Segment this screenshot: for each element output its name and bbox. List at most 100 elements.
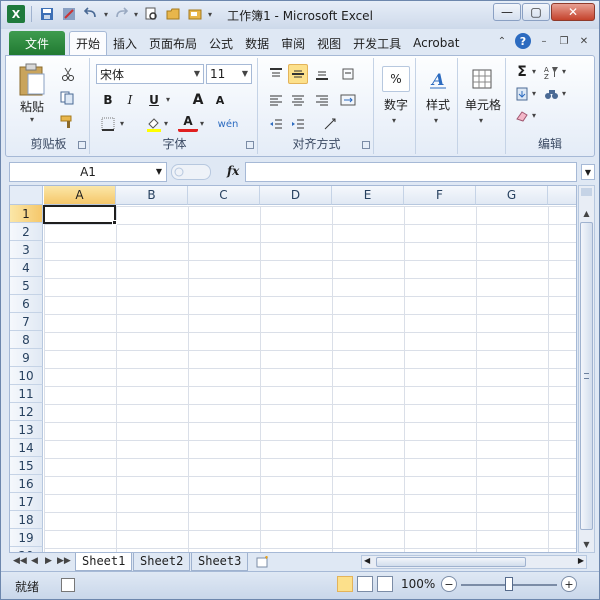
alignment-launcher-icon[interactable]	[362, 141, 370, 149]
formula-input[interactable]	[245, 162, 577, 182]
row-header[interactable]: 17	[10, 493, 43, 511]
clear-dropdown-icon[interactable]: ▾	[532, 111, 536, 120]
insert-sheet-icon[interactable]	[253, 554, 273, 570]
font-size-select[interactable]: 11 ▼	[206, 64, 252, 84]
row-header[interactable]: 18	[10, 511, 43, 529]
row-header[interactable]: 7	[10, 313, 43, 331]
increase-indent-icon[interactable]	[288, 114, 308, 134]
tab-developer[interactable]: 开发工具	[347, 31, 407, 55]
fill-icon[interactable]	[512, 84, 532, 104]
sheet-tab-sheet3[interactable]: Sheet3	[191, 553, 249, 571]
sort-filter-icon[interactable]: AZ	[542, 62, 562, 82]
font-name-select[interactable]: 宋体 ▼	[96, 64, 204, 84]
bold-button[interactable]: B	[98, 90, 118, 110]
tab-review[interactable]: 审阅	[275, 31, 311, 55]
underline-dropdown-icon[interactable]: ▾	[166, 95, 170, 104]
scroll-left-icon[interactable]: ◀	[364, 556, 370, 565]
find-dropdown-icon[interactable]: ▾	[562, 89, 566, 98]
autosum-button[interactable]: Σ	[512, 62, 532, 82]
column-header[interactable]: F	[404, 186, 476, 205]
scroll-up-icon[interactable]: ▲	[580, 206, 593, 220]
align-top-icon[interactable]	[266, 64, 286, 84]
fill-color-dropdown-icon[interactable]: ▾	[164, 119, 168, 128]
row-header[interactable]: 9	[10, 349, 43, 367]
tab-formulas[interactable]: 公式	[203, 31, 239, 55]
tab-file[interactable]: 文件	[9, 31, 65, 55]
cut-icon[interactable]	[58, 64, 78, 84]
font-color-dropdown-icon[interactable]: ▾	[200, 119, 204, 128]
row-header[interactable]: 14	[10, 439, 43, 457]
help-icon[interactable]: ?	[515, 33, 531, 49]
cells-dropdown-icon[interactable]: ▾	[479, 116, 483, 125]
horizontal-scrollbar[interactable]: ◀ ▶	[361, 555, 587, 569]
decrease-indent-icon[interactable]	[266, 114, 286, 134]
column-header-partial[interactable]	[548, 186, 576, 205]
row-header[interactable]: 4	[10, 259, 43, 277]
normal-view-icon[interactable]	[337, 576, 353, 592]
row-header[interactable]: 11	[10, 385, 43, 403]
tab-acrobat[interactable]: Acrobat	[407, 31, 465, 55]
fill-handle[interactable]	[112, 220, 117, 225]
column-header[interactable]: E	[332, 186, 404, 205]
grow-font-button[interactable]: A	[188, 90, 208, 110]
clear-icon[interactable]	[512, 106, 532, 126]
paste-button[interactable]: 粘贴 ▾	[14, 62, 50, 124]
row-header[interactable]: 2	[10, 223, 43, 241]
zoom-slider-thumb[interactable]	[505, 577, 513, 591]
zoom-out-button[interactable]: −	[441, 576, 457, 592]
format-painter-icon[interactable]	[58, 112, 78, 132]
vertical-scroll-thumb[interactable]	[580, 222, 593, 530]
horizontal-scroll-thumb[interactable]	[376, 557, 526, 567]
workbook-restore-icon[interactable]: ❐	[557, 34, 571, 48]
text-direction-icon[interactable]	[320, 114, 340, 134]
phonetic-guide-button[interactable]: wén	[218, 114, 239, 134]
styles-dropdown-icon[interactable]: ▾	[434, 116, 438, 125]
align-bottom-icon[interactable]	[312, 64, 332, 84]
align-right-icon[interactable]	[312, 90, 332, 110]
zoom-in-button[interactable]: +	[561, 576, 577, 592]
insert-function-button[interactable]: fx	[227, 164, 239, 178]
fill-color-icon[interactable]	[144, 114, 164, 134]
select-all-button[interactable]	[10, 186, 43, 205]
shrink-font-button[interactable]: A	[210, 90, 230, 110]
merge-center-icon[interactable]	[338, 90, 358, 110]
name-box[interactable]: A1 ▼	[9, 162, 167, 182]
ribbon-collapse-icon[interactable]: ⌃	[495, 34, 509, 48]
row-header[interactable]: 19	[10, 529, 43, 547]
sheet-tab-sheet2[interactable]: Sheet2	[133, 553, 191, 571]
font-launcher-icon[interactable]	[246, 141, 254, 149]
row-header[interactable]: 3	[10, 241, 43, 259]
italic-button[interactable]: I	[120, 90, 140, 110]
first-sheet-icon[interactable]: ◀◀	[13, 556, 27, 566]
tab-insert[interactable]: 插入	[107, 31, 143, 55]
vertical-scrollbar[interactable]: ▲ ▼	[578, 185, 595, 553]
align-center-icon[interactable]	[288, 90, 308, 110]
copy-icon[interactable]	[58, 88, 78, 108]
row-header[interactable]: 8	[10, 331, 43, 349]
page-break-view-icon[interactable]	[377, 576, 393, 592]
row-header[interactable]: 16	[10, 475, 43, 493]
scroll-down-icon[interactable]: ▼	[580, 537, 593, 551]
autosum-dropdown-icon[interactable]: ▾	[532, 67, 536, 76]
scroll-right-icon[interactable]: ▶	[578, 556, 584, 565]
minimize-button[interactable]: —	[493, 3, 521, 21]
page-layout-view-icon[interactable]	[357, 576, 373, 592]
close-button[interactable]: ✕	[551, 3, 595, 21]
paste-dropdown-icon[interactable]: ▾	[30, 115, 34, 124]
prev-sheet-icon[interactable]: ◀	[31, 556, 38, 566]
align-left-icon[interactable]	[266, 90, 286, 110]
next-sheet-icon[interactable]: ▶	[45, 556, 52, 566]
tab-home[interactable]: 开始	[69, 31, 108, 55]
column-header[interactable]: B	[116, 186, 188, 205]
row-header[interactable]: 5	[10, 277, 43, 295]
row-header[interactable]: 10	[10, 367, 43, 385]
worksheet-grid[interactable]: A B C D E F G 1 2 3 4 5 6 7 8 9 10 11 12…	[9, 185, 577, 553]
maximize-button[interactable]: ▢	[522, 3, 550, 21]
last-sheet-icon[interactable]: ▶▶	[57, 556, 71, 566]
border-dropdown-icon[interactable]: ▾	[120, 119, 124, 128]
tab-data[interactable]: 数据	[239, 31, 275, 55]
row-header[interactable]: 6	[10, 295, 43, 313]
workbook-minimize-icon[interactable]: –	[537, 34, 551, 48]
orientation-icon[interactable]	[338, 64, 358, 84]
sort-dropdown-icon[interactable]: ▾	[562, 67, 566, 76]
